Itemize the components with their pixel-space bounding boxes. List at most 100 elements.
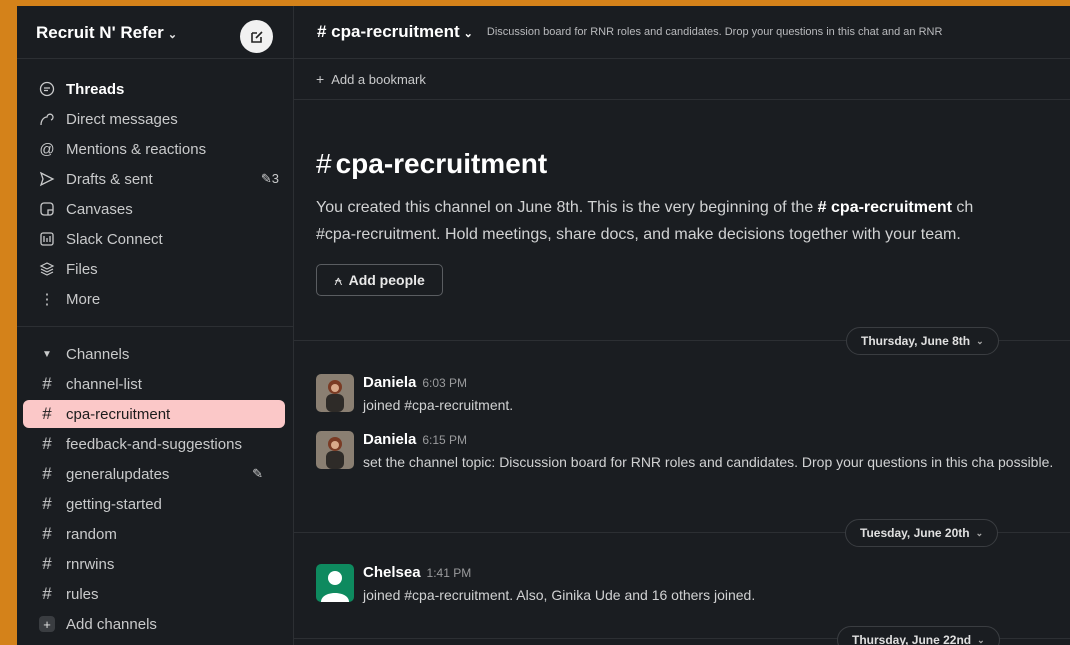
plus-icon: + [39,616,55,632]
intro-title: # cpa-recruitment [316,148,547,180]
drafts-count-badge: ✎3 [261,171,279,187]
sidebar-item-label: Threads [66,80,125,98]
channel-name: channel-list [66,375,142,393]
hash-icon: # [42,554,52,573]
hash-icon: # [42,464,52,483]
hash-icon: # [42,494,52,513]
date-label: Thursday, June 22nd [852,633,972,645]
message-author[interactable]: Chelsea 1:41 PM [363,564,471,581]
channels-section-toggle[interactable]: ▼ Channels [36,341,281,367]
chevron-down-icon: ⌄ [975,527,984,538]
app-window: Recruit N' Refer ⌄ Threads Direct message… [17,6,1070,645]
channel-name: rnrwins [66,555,115,573]
channel-item[interactable]: # feedback-and-suggestions [23,430,285,458]
plus-icon: + [316,71,325,87]
channel-item[interactable]: # random [23,520,285,548]
hash-icon: # [42,584,52,603]
date-pill[interactable]: Tuesday, June 20th ⌄ [845,519,999,547]
add-person-icon: ⍲ [334,271,343,288]
sidebar-item-mentions[interactable]: @ Mentions & reactions [36,136,281,162]
message-text: set the channel topic: Discussion board … [363,454,1054,470]
send-icon [36,171,58,187]
channel-name: feedback-and-suggestions [66,435,242,453]
bookmark-bar: + Add a bookmark [294,59,1070,100]
intro-description: You created this channel on June 8th. Th… [316,194,973,248]
hash-icon: # [42,404,52,423]
channel-item-active[interactable]: # cpa-recruitment [23,400,285,428]
channel-item[interactable]: # getting-started [23,490,285,518]
channel-item[interactable]: # generalupdates ✎ [23,460,285,488]
sidebar-item-direct-messages[interactable]: Direct messages [36,106,281,132]
channel-title-button[interactable]: # cpa-recruitment ⌄ [317,22,473,42]
channels-header: Channels [66,345,130,363]
channel-title: # cpa-recruitment [317,22,460,41]
date-label: Thursday, June 8th [861,334,971,348]
add-channels-label: Add channels [66,615,157,633]
channel-name: getting-started [66,495,162,513]
sidebar-item-slack-connect[interactable]: Slack Connect [36,226,281,252]
add-people-button[interactable]: ⍲ Add people [316,264,443,296]
message-timestamp[interactable]: 6:15 PM [422,433,467,447]
sidebar-item-threads[interactable]: Threads [36,76,281,102]
sidebar-item-canvases[interactable]: Canvases [36,196,281,222]
drafts-count: 3 [271,171,279,186]
message-timestamp[interactable]: 6:03 PM [422,376,467,390]
message-author[interactable]: Daniela 6:15 PM [363,431,467,448]
hash-icon: # [42,524,52,543]
chevron-down-icon: ⌄ [976,335,984,346]
add-bookmark-button[interactable]: Add a bookmark [331,72,426,87]
channel-main: # cpa-recruitment ⌄ Discussion board for … [294,6,1070,645]
channel-name: rules [66,585,99,603]
at-icon: @ [39,140,55,158]
date-label: Tuesday, June 20th [860,526,970,540]
message-text: joined #cpa-recruitment. [363,397,514,413]
sidebar-item-label: Files [66,260,98,278]
channel-header: # cpa-recruitment ⌄ Discussion board for … [294,6,1070,59]
message-text: joined #cpa-recruitment. Also, Ginika Ud… [363,587,756,603]
workspace-header: Recruit N' Refer ⌄ [17,6,293,59]
message-author[interactable]: Daniela 6:03 PM [363,374,467,391]
intro-channel-name: cpa-recruitment [335,148,548,179]
add-channels-button[interactable]: + Add channels [23,610,285,638]
hash-icon: # [42,374,52,393]
date-pill[interactable]: Thursday, June 8th ⌄ [846,327,999,355]
date-pill[interactable]: Thursday, June 22nd ⌄ [837,626,1000,645]
slack-connect-icon [36,231,58,247]
intro-line-1: You created this channel on June 8th. Th… [316,194,973,221]
sidebar-item-more[interactable]: ⋮ More [36,286,281,312]
workspace-name: Recruit N' Refer [36,23,164,42]
sidebar-item-label: Slack Connect [66,230,163,248]
avatar[interactable] [316,374,354,412]
workspace-name-button[interactable]: Recruit N' Refer ⌄ [36,23,177,43]
author-name: Daniela [363,431,417,448]
more-icon: ⋮ [39,291,55,308]
channel-item[interactable]: # channel-list [23,370,285,398]
compose-button[interactable] [240,20,273,53]
author-name: Daniela [363,374,417,391]
sidebar-item-label: Mentions & reactions [66,140,207,158]
channel-topic[interactable]: Discussion board for RNR roles and candi… [487,26,943,38]
canvas-icon [36,201,58,217]
sidebar-item-label: Direct messages [66,110,178,128]
sidebar-item-label: More [66,290,101,308]
avatar[interactable] [316,564,354,602]
channel-name: generalupdates [66,465,170,483]
chevron-down-icon: ⌄ [463,28,473,40]
sidebar-item-files[interactable]: Files [36,256,281,282]
intro-line-2: #cpa-recruitment. Hold meetings, share d… [316,226,961,243]
chevron-down-icon: ⌄ [167,29,178,41]
channel-item[interactable]: # rnrwins [23,550,285,578]
channel-link[interactable]: # cpa-recruitment [818,199,952,216]
sidebar-item-label: Drafts & sent [66,170,153,188]
channel-name: random [66,525,117,543]
channel-name: cpa-recruitment [66,405,171,423]
pencil-icon: ✎ [252,466,263,481]
sidebar-item-drafts[interactable]: Drafts & sent ✎3 [36,166,281,192]
files-icon [36,261,58,277]
author-name: Chelsea [363,564,421,581]
channel-item[interactable]: # rules [23,580,285,608]
compose-icon [250,30,263,43]
hash-icon: # [316,148,332,179]
avatar[interactable] [316,431,354,469]
message-timestamp[interactable]: 1:41 PM [427,566,472,580]
